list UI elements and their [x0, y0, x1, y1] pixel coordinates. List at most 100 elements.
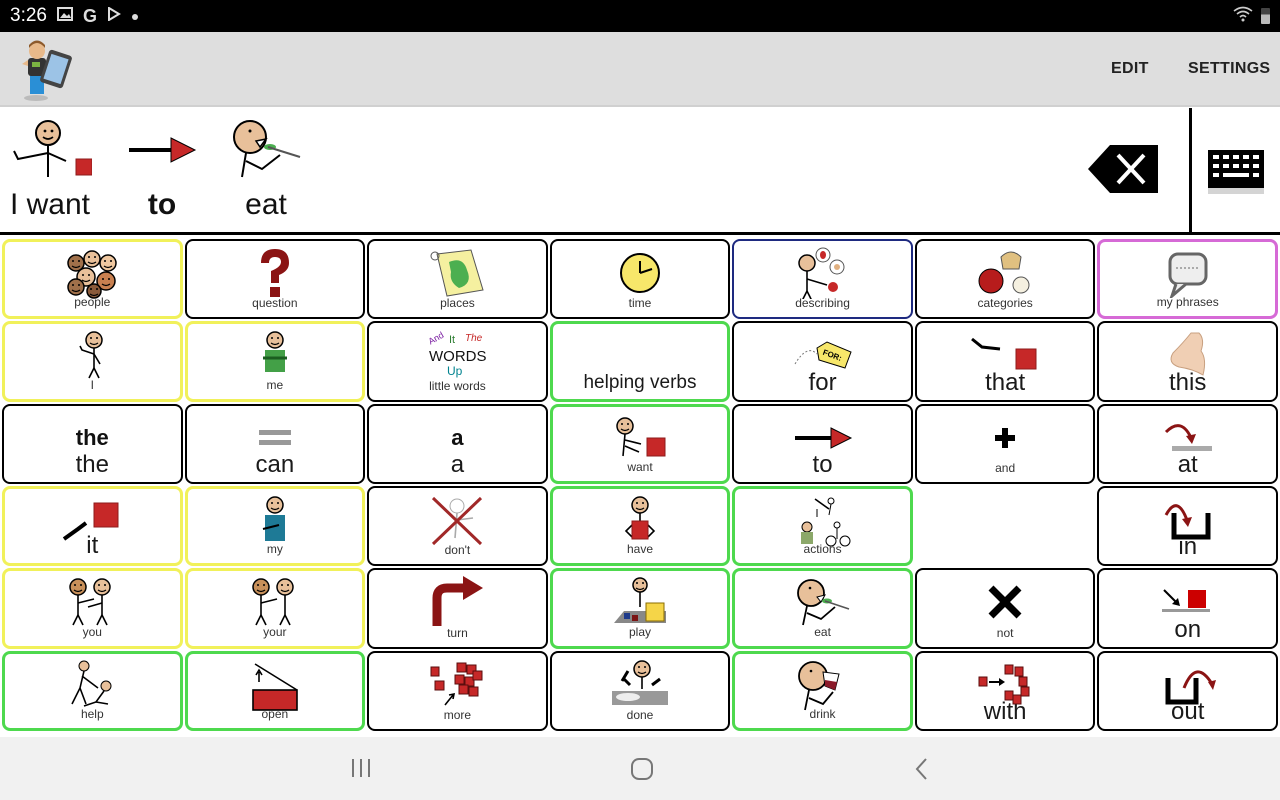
sentence-word[interactable]: I want	[8, 116, 92, 222]
symbol-button-little-words[interactable]: And It The WORDS Up little words	[367, 321, 548, 402]
home-button[interactable]	[630, 757, 654, 786]
empty-cell	[915, 486, 1096, 566]
sentence-word[interactable]: to	[127, 116, 197, 222]
a-text-icon: a	[369, 412, 546, 464]
symbol-button-don-t[interactable]: don't	[367, 486, 548, 567]
symbol-text: a	[451, 424, 464, 450]
symbol-grid: people question places time describing catego…	[1, 238, 1279, 732]
recent-apps-button[interactable]	[350, 757, 374, 784]
dont-cross-icon	[369, 494, 546, 546]
back-button[interactable]	[912, 757, 932, 786]
app-logo	[14, 38, 80, 102]
svg-text:WORDS: WORDS	[429, 348, 487, 365]
symbol-button-not[interactable]: not	[914, 568, 1096, 649]
my-person-icon	[188, 495, 363, 547]
symbol-button-with[interactable]: with	[914, 650, 1096, 731]
symbol-button-more[interactable]: more	[367, 650, 548, 731]
symbol-button-describing[interactable]: describing	[732, 239, 913, 320]
you-people-icon	[5, 577, 180, 629]
edit-button[interactable]: EDIT	[1111, 60, 1149, 78]
keyboard-button[interactable]	[1208, 150, 1266, 200]
i-person-icon	[5, 330, 180, 382]
out-container-icon	[1099, 659, 1276, 711]
battery-icon	[1261, 8, 1270, 24]
gallery-icon	[56, 7, 73, 25]
sentence-word-label: eat	[245, 188, 287, 221]
symbol-button-places[interactable]: places	[367, 239, 548, 320]
backspace-icon	[1088, 145, 1158, 193]
people-icon	[5, 248, 180, 300]
wifi-icon	[1233, 6, 1253, 27]
symbol-button-question[interactable]: question	[184, 239, 366, 320]
for-tag-icon: FOR:	[734, 329, 911, 381]
actions-icon	[735, 495, 910, 547]
symbol-button-a[interactable]: aa	[367, 403, 548, 484]
symbol-button-you[interactable]: you	[2, 568, 183, 649]
symbol-button-on[interactable]: on	[1097, 568, 1278, 649]
symbol-button-have[interactable]: have	[549, 486, 731, 567]
symbol-button-people[interactable]: people	[2, 239, 183, 320]
symbol-button-can[interactable]: can	[184, 403, 366, 484]
sentence-bar[interactable]: I want to eat	[0, 108, 1280, 235]
symbol-button-drink[interactable]: drink	[732, 650, 913, 731]
symbol-button-done[interactable]: done	[549, 650, 731, 731]
want-symbol-icon	[8, 116, 92, 184]
the-text-icon: the	[4, 412, 181, 464]
svg-text:The: The	[465, 333, 483, 344]
symbol-button-my-phrases[interactable]: my phrases	[1097, 239, 1278, 320]
symbol-button-turn[interactable]: turn	[367, 568, 548, 649]
symbol-button-your[interactable]: your	[184, 568, 366, 649]
with-blocks-icon	[917, 659, 1094, 711]
app-bar: EDIT SETTINGS	[0, 32, 1280, 107]
question-icon	[187, 247, 364, 299]
places-icon	[369, 247, 546, 299]
symbol-button-my[interactable]: my	[184, 486, 366, 567]
backspace-button[interactable]	[1088, 145, 1160, 193]
symbol-button-helping-verbs[interactable]: helping verbs	[549, 321, 731, 402]
status-bar: 3:26 G	[0, 0, 1280, 32]
symbol-button-actions[interactable]: actions	[732, 486, 913, 567]
want-icon	[553, 413, 728, 465]
symbol-button-to[interactable]: to	[732, 403, 913, 484]
status-time: 3:26	[10, 5, 47, 26]
keyboard-icon	[1208, 150, 1264, 194]
symbol-button-out[interactable]: out	[1097, 650, 1278, 731]
your-people-icon	[188, 577, 363, 629]
symbol-button-open[interactable]: open	[184, 650, 366, 731]
x-mark-icon	[917, 576, 1094, 628]
symbol-button-categories[interactable]: categories	[914, 239, 1096, 320]
symbol-button-help[interactable]: help	[2, 650, 183, 731]
this-hand-icon	[1099, 329, 1276, 381]
symbol-button-me[interactable]: me	[184, 321, 366, 402]
symbol-button-want[interactable]: want	[549, 403, 731, 484]
svg-text:It: It	[449, 334, 455, 346]
symbol-button-at[interactable]: at	[1097, 403, 1278, 484]
symbol-button-that[interactable]: that	[914, 321, 1096, 402]
arrow-right-symbol-icon	[127, 116, 197, 184]
symbol-button-i[interactable]: I	[2, 321, 183, 402]
in-container-icon	[1099, 494, 1276, 546]
symbol-button-this[interactable]: this	[1097, 321, 1278, 402]
symbol-text: the	[75, 424, 109, 450]
more-blocks-icon	[369, 659, 546, 711]
symbol-button-eat[interactable]: eat	[732, 568, 913, 649]
sentence-word-label: to	[147, 188, 177, 221]
dot-icon	[131, 8, 139, 25]
symbol-button-play[interactable]: play	[549, 568, 731, 649]
recent-apps-icon	[352, 759, 370, 777]
done-icon	[552, 659, 729, 711]
play-icon	[553, 577, 728, 629]
symbol-button-the[interactable]: the the	[2, 403, 183, 484]
svg-text:Up: Up	[447, 364, 463, 378]
sentence-word[interactable]: eat	[230, 116, 302, 222]
symbol-button-for[interactable]: FOR: for	[732, 321, 913, 402]
symbol-button-in[interactable]: in	[1097, 486, 1278, 567]
categories-icon	[917, 247, 1094, 299]
symbol-button-it[interactable]: it	[2, 486, 183, 567]
symbol-button-time[interactable]: time	[549, 239, 731, 320]
symbol-button-and[interactable]: and	[914, 403, 1096, 484]
settings-button[interactable]: SETTINGS	[1188, 60, 1270, 78]
have-icon	[553, 495, 728, 547]
arrow-right-icon	[734, 412, 911, 464]
describing-icon	[734, 247, 911, 299]
